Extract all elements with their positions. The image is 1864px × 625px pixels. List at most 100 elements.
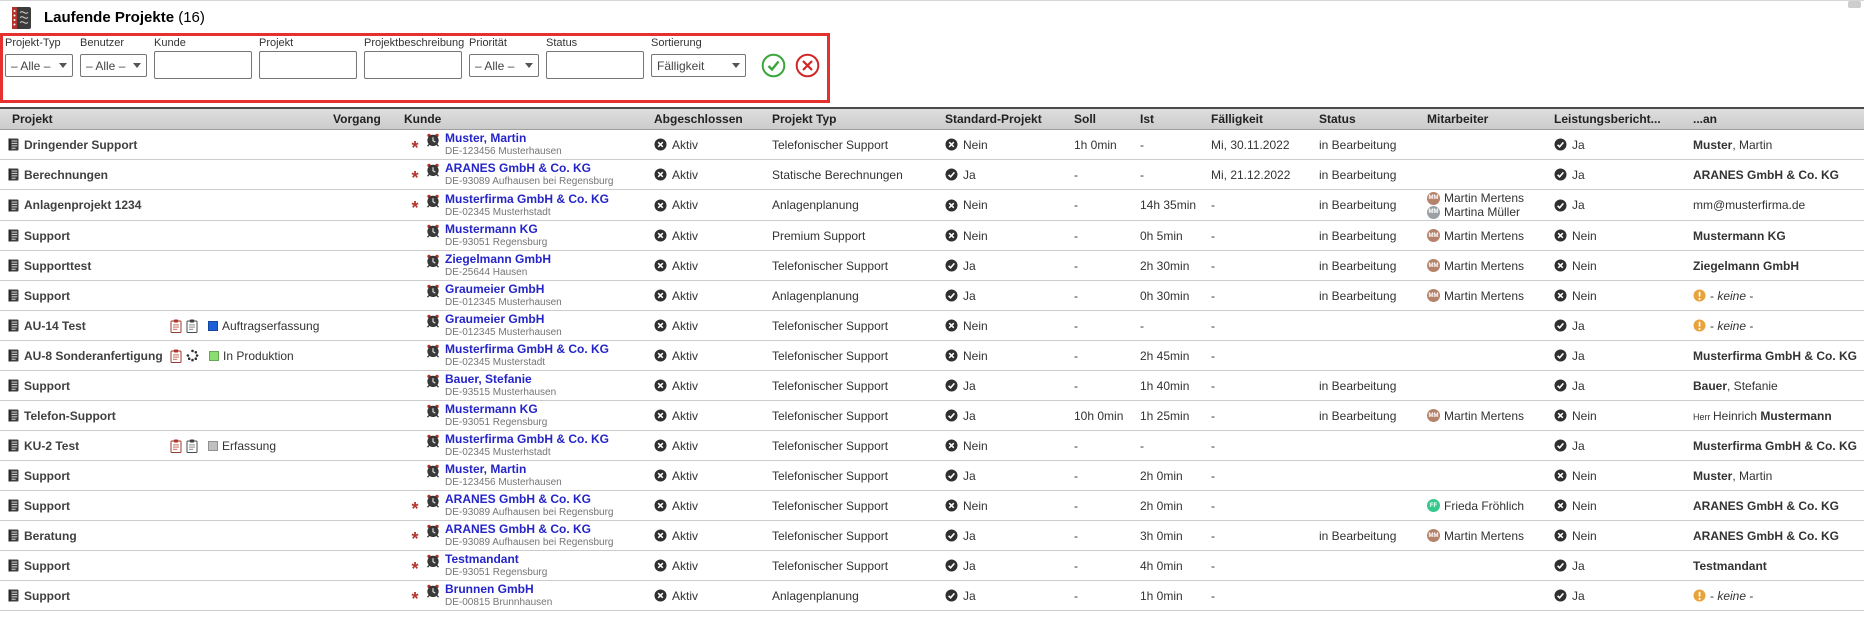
red-asterisk-icon — [404, 233, 426, 239]
clipboard-red-icon — [170, 319, 182, 333]
cell-projekt: Support — [0, 461, 166, 491]
table-row[interactable]: Telefon-SupportMustermann KGDE-93051 Reg… — [0, 401, 1864, 431]
projektbeschreibung-input[interactable] — [364, 51, 462, 79]
cell-soll: - — [1070, 311, 1136, 341]
kunde-input[interactable] — [154, 51, 252, 79]
column-header-projekt-typ[interactable]: Projekt Typ — [768, 108, 941, 130]
customer-address: DE-93515 Musterhausen — [445, 387, 556, 398]
customer-address: DE-012345 Musterhausen — [445, 297, 562, 308]
customer-link[interactable]: ARANES GmbH & Co. KG — [445, 162, 613, 175]
table-row[interactable]: Support*Brunnen GmbHDE-00815 Brunnhausen… — [0, 581, 1864, 611]
cell-mitarbeiter — [1423, 130, 1550, 160]
customer-link[interactable]: Mustermann KG — [445, 223, 547, 236]
cell-projekt-typ: Anlagenplanung — [768, 281, 941, 311]
cell-leistungsbericht: Nein — [1550, 491, 1689, 521]
column-header-projekt[interactable]: Projekt — [0, 108, 166, 130]
avatar: MM — [1427, 192, 1440, 205]
cell-an: Musterfirma GmbH & Co. KG — [1689, 431, 1864, 461]
customer-address: DE-012345 Musterhausen — [445, 327, 562, 338]
customer-link[interactable]: Mustermann KG — [445, 403, 547, 416]
document-icon — [8, 439, 19, 452]
project-name: Dringender Support — [24, 138, 137, 152]
customer-link[interactable]: ARANES GmbH & Co. KG — [445, 493, 613, 506]
table-row[interactable]: SupportMuster, MartinDE-123456 Musterhau… — [0, 461, 1864, 491]
customer-link[interactable]: Musterfirma GmbH & Co. KG — [445, 193, 609, 206]
table-row[interactable]: SupportBauer, StefanieDE-93515 Musterhau… — [0, 371, 1864, 401]
projects-table: Projekt Vorgang Kunde Abgeschlossen Proj… — [0, 107, 1864, 611]
cell-ist: 1h 40min — [1136, 371, 1207, 401]
column-header-standard-projekt[interactable]: Standard-Projekt — [941, 108, 1070, 130]
cell-status — [1315, 551, 1423, 581]
customer-link[interactable]: Musterfirma GmbH & Co. KG — [445, 343, 609, 356]
table-row[interactable]: KU-2 TestErfassungMusterfirma GmbH & Co.… — [0, 431, 1864, 461]
circle-check-icon — [1554, 589, 1567, 602]
clipboard-dark-icon — [186, 439, 198, 453]
cell-kunde: Musterfirma GmbH & Co. KGDE-02345 Muster… — [400, 341, 650, 371]
document-icon — [8, 589, 19, 602]
cell-abgeschlossen: Aktiv — [650, 431, 768, 461]
cell-leistungsbericht: Ja — [1550, 190, 1689, 221]
customer-link[interactable]: Musterfirma GmbH & Co. KG — [445, 433, 609, 446]
column-header-leistungsbericht[interactable]: Leistungsbericht... — [1550, 108, 1689, 130]
cell-mitarbeiter — [1423, 311, 1550, 341]
alarm-clock-icon — [426, 194, 440, 208]
alarm-clock-icon — [426, 494, 440, 508]
cell-an: Mustermann KG — [1689, 221, 1864, 251]
mitarbeiter-entry: MMMartin Mertens — [1427, 191, 1546, 205]
table-row[interactable]: Dringender Support*Muster, MartinDE-1234… — [0, 130, 1864, 160]
table-row[interactable]: AU-14 TestAuftragserfassungGraumeier Gmb… — [0, 311, 1864, 341]
customer-link[interactable]: Graumeier GmbH — [445, 313, 562, 326]
cell-projekt-typ: Telefonischer Support — [768, 371, 941, 401]
column-header-status[interactable]: Status — [1315, 108, 1423, 130]
cell-status: in Bearbeitung — [1315, 401, 1423, 431]
cell-vorgang — [166, 491, 400, 521]
table-row[interactable]: SupportMustermann KGDE-93051 RegensburgA… — [0, 221, 1864, 251]
projekt-typ-select[interactable]: – Alle – — [5, 54, 73, 77]
table-row[interactable]: SupporttestZiegelmann GmbHDE-25644 Hause… — [0, 251, 1864, 281]
column-header-kunde[interactable]: Kunde — [400, 108, 650, 130]
cell-kunde: Bauer, StefanieDE-93515 Musterhausen — [400, 371, 650, 401]
circle-x-icon — [654, 138, 667, 151]
projekt-input[interactable] — [259, 51, 357, 79]
table-row[interactable]: AU-8 SonderanfertigungIn ProduktionMuste… — [0, 341, 1864, 371]
cell-faelligkeit: - — [1207, 190, 1315, 221]
prioritaet-select[interactable]: – Alle – — [469, 54, 539, 77]
benutzer-select[interactable]: – Alle – — [80, 54, 147, 77]
table-row[interactable]: Support*TestmandantDE-93051 RegensburgAk… — [0, 551, 1864, 581]
projects-table-body: Dringender Support*Muster, MartinDE-1234… — [0, 130, 1864, 611]
customer-link[interactable]: Brunnen GmbH — [445, 583, 552, 596]
customer-link[interactable]: Muster, Martin — [445, 463, 562, 476]
cell-abgeschlossen: Aktiv — [650, 130, 768, 160]
customer-link[interactable]: Testmandant — [445, 553, 547, 566]
table-row[interactable]: Support*ARANES GmbH & Co. KGDE-93089 Auf… — [0, 491, 1864, 521]
scrollbar-thumb[interactable] — [1848, 1, 1861, 8]
customer-link[interactable]: ARANES GmbH & Co. KG — [445, 523, 613, 536]
cell-kunde: *TestmandantDE-93051 Regensburg — [400, 551, 650, 581]
customer-link[interactable]: Ziegelmann GmbH — [445, 253, 551, 266]
cell-vorgang — [166, 130, 400, 160]
cell-projekt: Support — [0, 581, 166, 611]
table-row[interactable]: SupportGraumeier GmbHDE-012345 Musterhau… — [0, 281, 1864, 311]
customer-link[interactable]: Muster, Martin — [445, 132, 562, 145]
column-header-an[interactable]: ...an — [1689, 108, 1864, 130]
column-header-abgeschlossen[interactable]: Abgeschlossen — [650, 108, 768, 130]
column-header-vorgang[interactable]: Vorgang — [166, 108, 400, 130]
reset-filter-button[interactable] — [795, 53, 820, 78]
column-header-soll[interactable]: Soll — [1070, 108, 1136, 130]
status-color-square — [209, 351, 219, 361]
customer-link[interactable]: Graumeier GmbH — [445, 283, 562, 296]
column-header-mitarbeiter[interactable]: Mitarbeiter — [1423, 108, 1550, 130]
cell-ist: 0h 5min — [1136, 221, 1207, 251]
sortierung-select[interactable]: Fälligkeit — [651, 54, 746, 77]
status-input[interactable] — [546, 51, 644, 79]
column-header-faelligkeit[interactable]: Fälligkeit — [1207, 108, 1315, 130]
table-row[interactable]: Berechnungen*ARANES GmbH & Co. KGDE-9308… — [0, 160, 1864, 190]
table-row[interactable]: Anlagenprojekt 1234*Musterfirma GmbH & C… — [0, 190, 1864, 221]
cell-an: - keine - — [1689, 281, 1864, 311]
apply-filter-button[interactable] — [761, 53, 786, 78]
cell-standard-projekt: Nein — [941, 221, 1070, 251]
cell-standard-projekt: Nein — [941, 431, 1070, 461]
column-header-ist[interactable]: Ist — [1136, 108, 1207, 130]
table-row[interactable]: Beratung*ARANES GmbH & Co. KGDE-93089 Au… — [0, 521, 1864, 551]
customer-link[interactable]: Bauer, Stefanie — [445, 373, 556, 386]
